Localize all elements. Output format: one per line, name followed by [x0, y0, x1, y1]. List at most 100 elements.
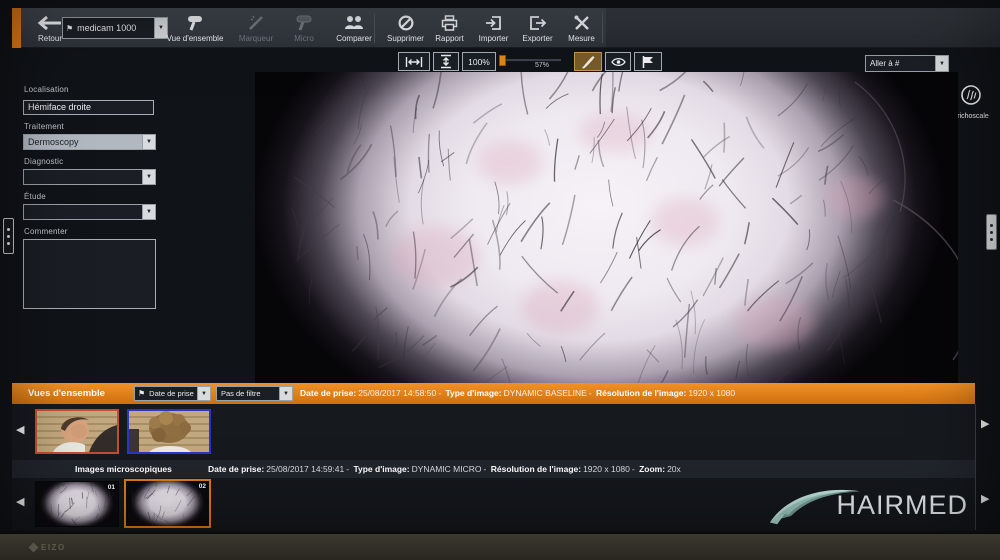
eizo-diamond-icon [29, 543, 39, 553]
measure-label: Mesure [568, 34, 595, 43]
zoom-slider-track[interactable] [501, 59, 561, 62]
import-label: Importer [479, 34, 509, 43]
micro-thumb-hairs-1 [36, 482, 118, 526]
delete-button[interactable]: Supprimer [384, 10, 427, 46]
fit-width-icon [405, 56, 423, 68]
micro-section-title: Images microscopiques [75, 464, 172, 474]
flag-tool-button[interactable] [634, 52, 662, 71]
app-window: Retour ⚑ medicam 1000 ▼ Vue d'ensemble [0, 0, 1000, 560]
etude-select[interactable]: ▼ [23, 204, 156, 220]
fit-height-button[interactable] [433, 52, 459, 71]
diagnostic-select[interactable]: ▼ [23, 169, 156, 185]
overview-next-arrow[interactable]: ▶ [981, 419, 989, 430]
overview-thumbnail-strip: ◀ [12, 404, 975, 460]
overview-prev-arrow[interactable]: ◀ [16, 425, 24, 436]
micro-image-info: Date de prise:25/08/2017 14:59:41- Type … [208, 464, 683, 474]
zoom-slider[interactable]: 57% [499, 52, 563, 72]
overview-module-button[interactable]: Vue d'ensemble [162, 10, 228, 46]
overview-thumbnail-1[interactable] [35, 409, 119, 454]
localisation-input[interactable] [23, 100, 154, 115]
overview-section-bar: Vues d'ensemble ⚑ Date de prise ▼ Pas de… [12, 383, 975, 404]
compare-people-icon [344, 14, 364, 32]
traitement-arrow-icon[interactable]: ▼ [142, 135, 155, 149]
overview-section-title: Vues d'ensemble [28, 388, 105, 399]
micro-module-label: Micro [294, 34, 314, 43]
goto-image-dropdown[interactable]: Aller à # ▼ [865, 55, 949, 72]
compare-button[interactable]: Comparer [328, 10, 380, 46]
sort-dropdown-arrow-icon[interactable]: ▼ [197, 387, 210, 400]
sort-dropdown[interactable]: ⚑ Date de prise ▼ [134, 386, 211, 401]
visibility-button[interactable] [605, 52, 631, 71]
left-panel-handle[interactable] [3, 218, 14, 254]
micro-thumbnail-1[interactable]: 01 [35, 481, 119, 527]
device-dropdown[interactable]: ⚑ medicam 1000 ▼ [62, 17, 168, 39]
top-toolbar: Retour ⚑ medicam 1000 ▼ Vue d'ensemble [12, 8, 1000, 48]
flag-icon [641, 55, 655, 69]
monitor-brand: EIZO [30, 543, 66, 552]
hairmed-logo-text: HAIRMED [836, 490, 968, 521]
toolbar-empty-area [606, 8, 1000, 47]
diagnostic-label: Diagnostic [24, 157, 156, 166]
fit-height-icon [440, 54, 452, 69]
export-label: Exporter [522, 34, 552, 43]
screen-background: Retour ⚑ medicam 1000 ▼ Vue d'ensemble [0, 0, 1000, 532]
measure-button[interactable]: Mesure [560, 10, 603, 46]
thumbnail-strip-divider [975, 404, 976, 530]
micro-thumb-hairs-2 [126, 481, 209, 526]
report-label: Rapport [435, 34, 463, 43]
toolbar-separator-2 [602, 13, 603, 43]
fit-width-button[interactable] [398, 52, 430, 71]
marker-module-button[interactable]: Marqueur [232, 10, 280, 46]
annotate-brush-button[interactable] [574, 52, 602, 71]
zoom-percent-label: 57% [535, 62, 549, 69]
commenter-textarea[interactable] [23, 239, 156, 309]
zoom-100-label: 100% [468, 57, 490, 67]
import-button[interactable]: Importer [472, 10, 515, 46]
sort-dropdown-value: Date de prise [145, 389, 197, 398]
accent-bar [12, 8, 21, 48]
traitement-value: Dermoscopy [24, 137, 142, 147]
brush-icon [581, 55, 595, 69]
filter-dropdown[interactable]: Pas de filtre ▼ [216, 386, 293, 401]
filter-dropdown-arrow-icon[interactable]: ▼ [279, 387, 292, 400]
delete-icon [398, 14, 414, 32]
overview-thumbnail-2[interactable] [127, 409, 211, 454]
micro-prev-arrow[interactable]: ◀ [16, 497, 24, 508]
export-button[interactable]: Exporter [516, 10, 559, 46]
back-arrow-icon [38, 14, 62, 32]
overview-image-info: Date de prise:25/08/2017 14:58:50- Type … [300, 388, 737, 398]
device-flag-icon: ⚑ [63, 24, 73, 33]
printer-icon [441, 14, 458, 32]
zoom-100-button[interactable]: 100% [462, 52, 496, 71]
micro-thumbnail-2[interactable]: 02 [124, 479, 211, 528]
trichoscale-icon [960, 84, 982, 106]
toolbar-separator [374, 13, 375, 43]
face-photo-2 [129, 411, 209, 452]
compare-label: Comparer [336, 34, 372, 43]
microscope-image-canvas[interactable] [255, 72, 958, 383]
right-panel-handle[interactable] [986, 214, 997, 250]
device-dropdown-value: medicam 1000 [73, 23, 154, 33]
traitement-select[interactable]: Dermoscopy ▼ [23, 134, 156, 150]
micro-scope-icon [295, 14, 313, 32]
eye-icon [611, 57, 626, 67]
goto-dropdown-value: Aller à # [866, 59, 935, 68]
export-icon [529, 14, 546, 32]
micro-next-arrow[interactable]: ▶ [981, 494, 989, 505]
localisation-label: Localisation [24, 85, 156, 94]
patient-form: Localisation Traitement Dermoscopy ▼ Dia… [23, 78, 156, 314]
micro-module-button[interactable]: Micro [284, 10, 324, 46]
diagnostic-arrow-icon[interactable]: ▼ [142, 170, 155, 184]
goto-dropdown-arrow-icon[interactable]: ▼ [935, 56, 948, 71]
marker-module-label: Marqueur [239, 34, 273, 43]
marker-pen-icon [248, 14, 264, 32]
module-buttons: Vue d'ensemble Marqueur Micro [162, 10, 380, 46]
face-photo-1 [37, 411, 117, 452]
micro-section-bar: Images microscopiques Date de prise:25/0… [12, 460, 975, 478]
etude-arrow-icon[interactable]: ▼ [142, 205, 155, 219]
report-button[interactable]: Rapport [428, 10, 471, 46]
tools-icon [574, 14, 590, 32]
view-controls: 100% 57% [398, 51, 662, 72]
zoom-slider-handle[interactable] [499, 55, 506, 66]
import-icon [485, 14, 502, 32]
